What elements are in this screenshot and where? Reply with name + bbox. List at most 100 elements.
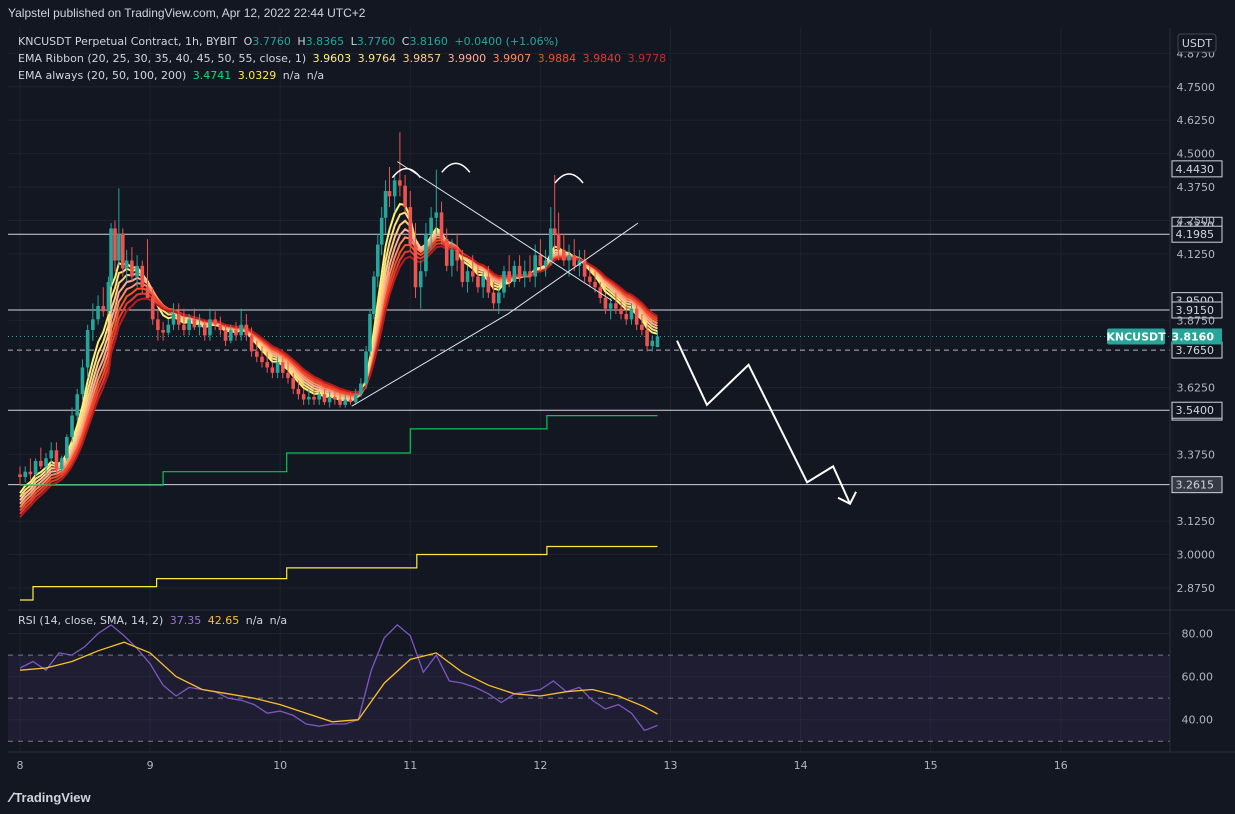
candle-body xyxy=(650,340,655,347)
candle-body xyxy=(434,212,439,218)
candle-body xyxy=(156,319,160,331)
candle-body xyxy=(424,233,428,272)
tv-logo-icon: ⁄⁄ xyxy=(10,789,12,805)
grid xyxy=(8,28,1170,752)
candle-body xyxy=(582,260,587,277)
candle-body xyxy=(49,450,54,459)
y-tick-label: 3.3750 xyxy=(1177,448,1216,461)
y-tick-label: 3.6250 xyxy=(1177,381,1216,394)
candle-body xyxy=(640,324,644,331)
candle-body xyxy=(552,228,557,234)
candle-body xyxy=(476,276,480,288)
x-tick-label: 13 xyxy=(664,759,678,772)
ribbon-val: 3.9603 xyxy=(312,52,352,65)
candle-body xyxy=(101,305,106,312)
always-val: n/a xyxy=(306,69,325,82)
candle-body xyxy=(359,383,363,395)
candle-body xyxy=(353,394,358,403)
candle-body xyxy=(408,207,413,245)
y-tick-label: 3.8750 xyxy=(1177,315,1216,328)
candle-body xyxy=(562,249,566,261)
candle-body xyxy=(234,330,238,336)
projection-arrow xyxy=(676,340,851,505)
candle-body xyxy=(533,255,537,277)
candle-body xyxy=(145,287,150,298)
legend-main-name: KNCUSDT Perpetual Contract, 1h, BYBIT xyxy=(18,35,238,48)
candle-body xyxy=(281,362,285,373)
level-tag-text: 3.2615 xyxy=(1176,479,1215,492)
legend-change: +0.0400 (+1.06%) xyxy=(454,35,559,48)
candle-body xyxy=(375,244,380,277)
candle-body xyxy=(317,394,322,400)
candle-body xyxy=(481,276,485,288)
candle-body xyxy=(343,399,348,405)
ema-ribbon-line xyxy=(19,219,658,501)
candle-body xyxy=(130,260,134,277)
candle-body xyxy=(379,217,384,245)
candle-body xyxy=(567,255,571,261)
candle-body xyxy=(444,239,449,266)
candle-body xyxy=(18,474,22,478)
candle-body xyxy=(603,297,608,309)
x-tick-label: 14 xyxy=(794,759,808,772)
candle-body xyxy=(239,324,243,336)
candle-body xyxy=(75,394,80,416)
legend-ema-always: EMA always (20, 50, 100, 200) 3.4741 3.0… xyxy=(18,69,327,82)
candle-body xyxy=(655,336,660,348)
x-tick-label: 12 xyxy=(533,759,547,772)
rsi-tick-label: 80.00 xyxy=(1182,628,1214,641)
candle-body xyxy=(161,330,165,333)
candle-body xyxy=(291,378,296,389)
candle-body xyxy=(228,330,233,341)
candle-body xyxy=(44,458,48,467)
y-tick-label: 3.0000 xyxy=(1177,549,1216,562)
ema-ribbon-line xyxy=(19,239,658,512)
candle-body xyxy=(106,281,111,312)
candle-body xyxy=(59,458,64,470)
candle-body xyxy=(387,191,392,197)
candle-body xyxy=(270,367,275,373)
symbol-tag-text: KNCUSDT xyxy=(1106,330,1166,343)
candle-body xyxy=(543,260,548,266)
y-tick-label: 4.1250 xyxy=(1177,248,1216,261)
chart-canvas[interactable]: 4.44304.23203.95003.76503.53304.19853.91… xyxy=(0,0,1235,814)
candle-body xyxy=(556,233,561,250)
candle-body xyxy=(33,460,38,475)
candle-body xyxy=(392,180,397,197)
candle-body xyxy=(338,399,342,405)
candle-body xyxy=(372,276,376,314)
ribbon-val: 3.9840 xyxy=(582,52,622,65)
candle-body xyxy=(213,319,217,325)
candle-body xyxy=(54,450,59,470)
candle-body xyxy=(588,276,592,282)
level-tag-text: 4.4430 xyxy=(1176,163,1215,176)
candle-body xyxy=(486,276,491,293)
y-tick-label: 4.3750 xyxy=(1177,181,1216,194)
ema-ribbon-line xyxy=(19,228,658,505)
x-tick-label: 16 xyxy=(1054,759,1068,772)
candle-body xyxy=(117,233,121,261)
candle-body xyxy=(619,308,623,314)
y-tick-label: 4.5000 xyxy=(1177,148,1216,161)
candle-body xyxy=(614,303,618,309)
candle-body xyxy=(301,394,306,400)
candle-body xyxy=(171,313,176,325)
rsi-val: 42.65 xyxy=(207,614,240,627)
legend-always-name: EMA always (20, 50, 100, 200) xyxy=(18,69,187,82)
candle-body xyxy=(629,308,634,320)
candle-body xyxy=(455,249,459,261)
legend-low: 3.7760 xyxy=(356,35,396,48)
always-val: 3.0329 xyxy=(237,69,277,82)
candle-body xyxy=(333,396,337,400)
candle-body xyxy=(91,319,95,331)
candle-body xyxy=(85,330,90,368)
candle-body xyxy=(491,292,496,304)
legend-close: 3.8160 xyxy=(409,35,448,48)
candle-body xyxy=(70,415,74,437)
candle-body xyxy=(312,396,316,400)
candle-body xyxy=(608,303,613,309)
candle-body xyxy=(364,351,368,384)
always-val: n/a xyxy=(282,69,301,82)
candle-body xyxy=(166,324,171,333)
ema-always-20 xyxy=(20,415,658,486)
